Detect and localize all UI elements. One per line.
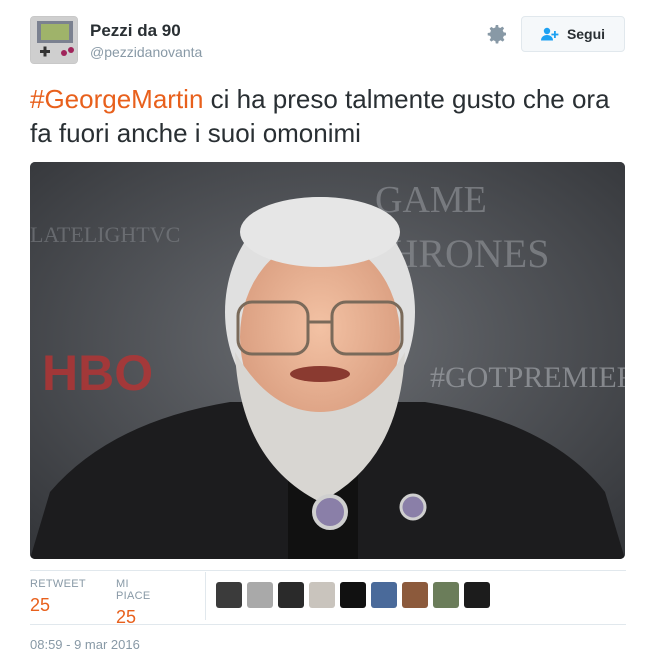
liker-avatar[interactable]: [464, 582, 490, 608]
retweet-count[interactable]: 25: [30, 595, 86, 616]
avatar[interactable]: [30, 16, 78, 64]
gameboy-icon: [31, 17, 77, 63]
photo-image: GAME THRONES HBO #GOTPREMIERE LATELIGHTV…: [30, 162, 625, 559]
like-stat[interactable]: MI PIACE 25: [116, 578, 151, 628]
liker-avatar[interactable]: [371, 582, 397, 608]
follow-button[interactable]: Segui: [521, 16, 625, 52]
backdrop-text-hbo: HBO: [42, 345, 153, 401]
liker-avatar[interactable]: [278, 582, 304, 608]
retweet-stat[interactable]: RETWEET 25: [30, 578, 86, 616]
follow-label: Segui: [566, 26, 606, 42]
backdrop-text-left: LATELIGHTVC: [30, 222, 180, 247]
account-names: Pezzi da 90 @pezzidanovanta: [90, 21, 202, 60]
liker-avatar[interactable]: [216, 582, 242, 608]
liker-avatar[interactable]: [340, 582, 366, 608]
liker-avatars: [216, 582, 495, 608]
backdrop-text-game: GAME: [375, 179, 487, 221]
retweet-label: RETWEET: [30, 578, 86, 590]
tweet-text: #GeorgeMartin ci ha preso talmente gusto…: [30, 82, 625, 150]
gear-icon[interactable]: [485, 22, 509, 46]
stats-divider-bottom: [30, 624, 626, 625]
add-user-icon: [540, 27, 559, 41]
display-name[interactable]: Pezzi da 90: [90, 21, 202, 41]
liker-avatar[interactable]: [433, 582, 459, 608]
stats-separator: [205, 572, 206, 620]
timestamp[interactable]: 08:59 - 9 mar 2016: [30, 637, 140, 652]
liker-avatar[interactable]: [309, 582, 335, 608]
tweet-photo[interactable]: GAME THRONES HBO #GOTPREMIERE LATELIGHTV…: [30, 162, 625, 559]
stats-divider-top: [30, 570, 626, 571]
liker-avatar[interactable]: [402, 582, 428, 608]
liker-avatar[interactable]: [247, 582, 273, 608]
handle[interactable]: @pezzidanovanta: [90, 44, 202, 60]
tweet-header: Pezzi da 90 @pezzidanovanta Segui: [30, 16, 628, 68]
backdrop-text-premiere: #GOTPREMIERE: [430, 361, 625, 394]
hashtag-link[interactable]: #GeorgeMartin: [30, 84, 203, 114]
like-label: MI PIACE: [116, 578, 151, 602]
